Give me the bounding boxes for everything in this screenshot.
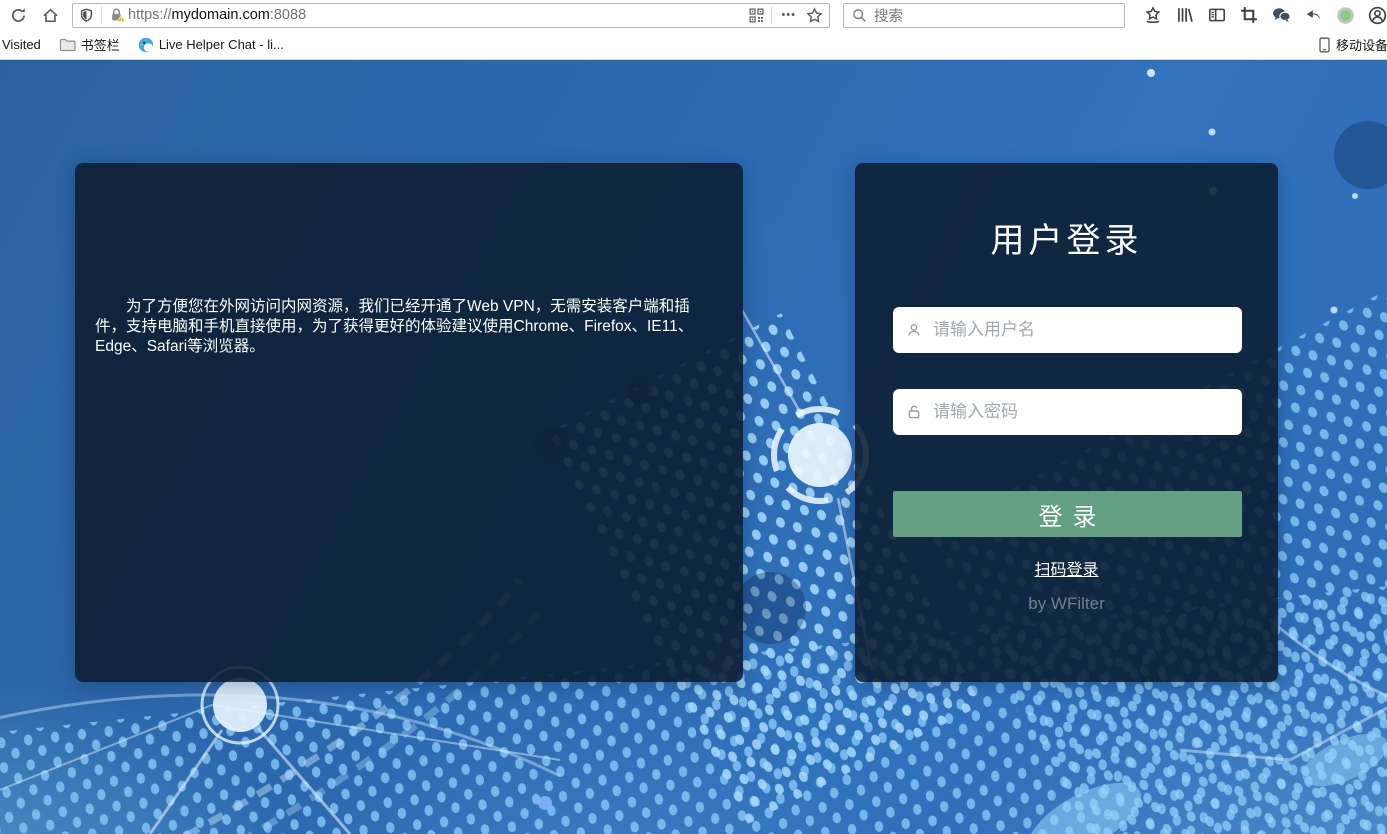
bookmarks-bar: Visited 书签栏 Live Helper Chat - li... 移动设… [0,30,1387,60]
tracking-protection-shield-icon[interactable] [79,8,94,23]
bookmark-label: Live Helper Chat - li... [159,37,284,52]
login-title: 用户登录 [855,213,1278,262]
mobile-phone-icon [1318,37,1331,53]
browser-toolbar: https://mydomain.com:8088 ••• [0,0,1387,30]
home-button[interactable] [38,3,62,27]
username-field-wrapper [893,307,1242,353]
bookmark-item-live-helper-chat[interactable]: Live Helper Chat - li... [138,37,284,53]
search-placeholder: 搜索 [874,5,903,26]
url-port: :8088 [270,7,306,23]
bookmark-label: 书签栏 [81,35,120,54]
search-icon [852,8,867,23]
divider [771,7,772,24]
green-dot-icon [1336,6,1355,25]
credit-text: by WFilter [855,594,1278,614]
vpn-login-page: 为了方便您在外网访问内网资源，我们已经开通了Web VPN，无需安装客户端和插件… [0,60,1387,834]
url-text: https://mydomain.com:8088 [128,7,306,23]
bookmark-star-icon[interactable] [806,7,823,24]
qr-login-link[interactable]: 扫码登录 [855,556,1278,580]
home-icon [42,7,59,24]
search-bar[interactable]: 搜索 [843,3,1125,28]
undo-arrow-icon [1304,6,1323,24]
status-extension-button[interactable] [1329,3,1361,27]
user-icon [906,322,922,338]
info-text: 为了方便您在外网访问内网资源，我们已经开通了Web VPN，无需安装客户端和插件… [95,297,719,357]
library-button[interactable] [1169,3,1201,27]
login-button[interactable]: 登录 [893,491,1242,537]
url-host: mydomain.com [172,7,270,23]
screenshot-crop-button[interactable] [1233,3,1265,27]
crop-icon [1240,6,1258,24]
folder-icon [59,37,76,52]
reload-icon [10,7,27,24]
password-field-wrapper [893,389,1242,435]
library-icon [1176,6,1194,24]
url-bar[interactable]: https://mydomain.com:8088 ••• [72,3,830,28]
bookmark-label: 移动设备上 [1336,35,1387,54]
sidebar-toggle-button[interactable] [1201,3,1233,27]
login-panel: 用户登录 登录 扫码登录 by WFilter [855,163,1278,682]
username-input[interactable] [893,307,1242,353]
account-person-icon [1368,6,1387,25]
undo-extension-button[interactable] [1297,3,1329,27]
bird-favicon [138,37,154,53]
chat-bubbles-icon [1272,6,1291,24]
page-actions-icon[interactable]: ••• [779,10,798,21]
sidebar-icon [1208,6,1226,24]
qr-code-icon[interactable] [749,8,764,23]
bookmark-folder-mobile[interactable]: 移动设备上 [1318,35,1387,54]
lock-icon [906,404,922,420]
chat-extension-button[interactable] [1265,3,1297,27]
bookmark-item-visited[interactable]: Visited [2,37,41,52]
insecure-lock-warning-icon[interactable] [109,7,126,23]
info-panel: 为了方便您在外网访问内网资源，我们已经开通了Web VPN，无需安装客户端和插件… [75,163,743,682]
toolbar-extensions [1137,3,1387,27]
password-input[interactable] [893,389,1242,435]
save-to-collection-button[interactable] [1137,3,1169,27]
browser-chrome: https://mydomain.com:8088 ••• [0,0,1387,60]
account-button[interactable] [1361,3,1387,27]
bookmark-folder-toolbar[interactable]: 书签栏 [59,35,120,54]
url-scheme: https:// [128,7,172,23]
bookmark-label: Visited [2,37,41,52]
divider [101,7,102,24]
reload-button[interactable] [6,3,30,27]
star-tray-icon [1144,6,1162,24]
